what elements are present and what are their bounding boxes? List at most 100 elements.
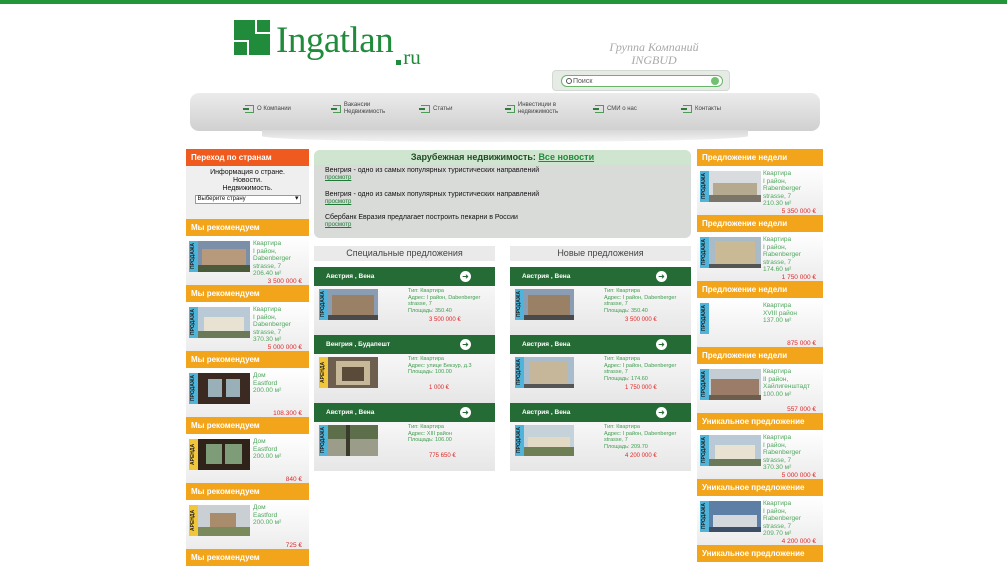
- card-line: Квартира: [253, 240, 282, 247]
- offer-line: Площадь: 350.40: [408, 307, 452, 314]
- offer-card[interactable]: АРЕНДА Тип: Квартира Адрес: улице Бекзур…: [314, 354, 495, 403]
- week-offer-card[interactable]: ПРОДАЖА Квартира XVIII район 137.00 м² 8…: [697, 298, 823, 347]
- property-photo[interactable]: [524, 357, 574, 388]
- card-details: Дом Eastford 200.00 м²: [253, 372, 309, 395]
- card-details: Квартира I район, Dabenberger strasse, 7…: [253, 240, 309, 278]
- new-offers-column: Новые предложения Австрия , Вена ➜ ПРОДА…: [510, 246, 691, 471]
- recommend-head: Мы рекомендуем: [186, 351, 309, 368]
- card-line: 370.30 м²: [763, 464, 792, 471]
- property-photo[interactable]: [524, 425, 574, 456]
- search-submit-icon[interactable]: [711, 77, 719, 85]
- arrow-right-icon[interactable]: ➜: [460, 271, 471, 282]
- nav-label: О Компании: [257, 105, 291, 112]
- country-select[interactable]: Выберите страну: [194, 195, 301, 204]
- card-line: I район,: [763, 177, 787, 185]
- offer-head[interactable]: Австрия , Вена ➜: [314, 267, 495, 286]
- card-line: 206.40 м²: [253, 270, 282, 277]
- card-line: I район,: [763, 441, 787, 449]
- card-line: Квартира: [763, 170, 792, 177]
- recommend-card[interactable]: АРЕНДА Дом Eastford 200.00 м² 840 €: [186, 434, 309, 483]
- offer-card[interactable]: ПРОДАЖА Тип: Квартира Адрес: XIII район …: [314, 422, 495, 471]
- recommend-head: Мы рекомендуем: [186, 219, 309, 236]
- week-offer-head: Предложение недели: [697, 149, 823, 166]
- unique-offer-card[interactable]: ПРОДАЖА Квартира I район, Rabenberger st…: [697, 496, 823, 545]
- property-photo[interactable]: [198, 241, 250, 272]
- search-icon: [566, 78, 572, 84]
- recommend-card[interactable]: ПРОДАЖА Дом Eastford 200.00 м² 108.300 €: [186, 368, 309, 417]
- recommend-card[interactable]: ПРОДАЖА Квартира I район, Dabenberger st…: [186, 302, 309, 351]
- property-photo[interactable]: [198, 307, 250, 338]
- offer-head[interactable]: Австрия , Вена ➜: [510, 335, 691, 354]
- main-nav: О Компании Вакансии Недвижимость Статьи …: [190, 93, 820, 131]
- site-logo[interactable]: Ingatlan ru: [234, 20, 421, 70]
- week-offer-head: Предложение недели: [697, 347, 823, 364]
- property-photo[interactable]: [709, 501, 761, 532]
- news-item[interactable]: Сбербанк Евразия предлагает построить пе…: [325, 214, 518, 221]
- offer-card[interactable]: ПРОДАЖА Тип: Квартира Адрес: I район, Da…: [510, 286, 691, 335]
- offer-details: Тип: Квартира Адрес: I район, Dabenberge…: [604, 356, 694, 382]
- nav-item-media[interactable]: СМИ о нас: [593, 105, 637, 113]
- sale-tag: ПРОДАЖА: [319, 289, 328, 320]
- offer-head[interactable]: Австрия , Вена ➜: [314, 403, 495, 422]
- logo-squares-icon: [234, 20, 270, 56]
- sale-tag: ПРОДАЖА: [700, 237, 709, 268]
- arrow-right-icon[interactable]: ➜: [656, 339, 667, 350]
- card-line: Квартира: [763, 302, 792, 309]
- sale-tag: ПРОДАЖА: [700, 435, 709, 466]
- card-line: strasse, 7: [763, 522, 792, 530]
- property-photo[interactable]: [709, 237, 761, 268]
- property-photo[interactable]: [328, 357, 378, 388]
- card-line: 200.00 м²: [253, 387, 282, 394]
- unique-offer-card[interactable]: ПРОДАЖА Квартира I район, Rabenberger st…: [697, 430, 823, 479]
- offer-price: 3 500 000 €: [625, 317, 657, 323]
- arrow-right-icon[interactable]: ➜: [656, 271, 667, 282]
- all-news-link[interactable]: Все новости: [538, 152, 594, 162]
- offer-price: 775 650 €: [429, 453, 456, 459]
- offer-card[interactable]: ПРОДАЖА Тип: Квартира Адрес: I район, Da…: [510, 354, 691, 403]
- news-item[interactable]: Венгрия - одно из самых популярных турис…: [325, 167, 539, 174]
- week-offer-head: Предложение недели: [697, 215, 823, 232]
- sale-tag: ПРОДАЖА: [189, 307, 198, 338]
- property-photo[interactable]: [709, 171, 761, 202]
- week-offer-card[interactable]: ПРОДАЖА Квартира I район, Rabenberger st…: [697, 166, 823, 215]
- nav-item-investments[interactable]: Инвестиции в недвижимость: [505, 102, 587, 116]
- recommend-card[interactable]: ПРОДАЖА Квартира I район, Dabenberger st…: [186, 236, 309, 285]
- nav-item-vacancies[interactable]: Вакансии Недвижимость: [331, 102, 403, 116]
- recommend-card[interactable]: АРЕНДА Дом Eastford 200.00 м² 725 €: [186, 500, 309, 549]
- search-input[interactable]: [573, 76, 703, 86]
- card-line: Eastford: [253, 445, 278, 453]
- week-offer-card[interactable]: ПРОДАЖА Квартира I район, Rabenberger st…: [697, 232, 823, 281]
- card-line: Хайлигенштадт: [763, 383, 810, 390]
- card-line: Rabenberger: [763, 251, 801, 258]
- property-photo[interactable]: [198, 505, 250, 536]
- nav-item-contacts[interactable]: Контакты: [681, 105, 721, 113]
- property-photo[interactable]: [524, 289, 574, 320]
- week-offer-card[interactable]: ПРОДАЖА Квартира II район, Хайлигенштадт…: [697, 364, 823, 413]
- arrow-right-icon[interactable]: ➜: [460, 407, 471, 418]
- news-item[interactable]: Венгрия - одно из самых популярных турис…: [325, 191, 539, 198]
- offer-head[interactable]: Венгрия , Будапешт ➜: [314, 335, 495, 354]
- nav-item-articles[interactable]: Статьи: [419, 105, 452, 113]
- offer-card[interactable]: ПРОДАЖА Тип: Квартира Адрес: I район, Da…: [510, 422, 691, 471]
- rent-tag: АРЕНДА: [319, 357, 328, 388]
- arrow-right-icon[interactable]: ➜: [656, 407, 667, 418]
- news-more-link[interactable]: просмотр: [325, 175, 351, 181]
- news-more-link[interactable]: просмотр: [325, 222, 351, 228]
- card-price: 5 000 000 €: [781, 472, 816, 479]
- card-price: 1 750 000 €: [781, 274, 816, 281]
- offer-head[interactable]: Австрия , Вена ➜: [510, 403, 691, 422]
- nav-item-about[interactable]: О Компании: [243, 105, 291, 113]
- property-photo[interactable]: [709, 435, 761, 466]
- property-photo[interactable]: [709, 369, 761, 400]
- news-more-link[interactable]: просмотр: [325, 199, 351, 205]
- offer-head[interactable]: Австрия , Вена ➜: [510, 267, 691, 286]
- news-panel: Зарубежная недвижимость: Все новости Вен…: [314, 150, 691, 238]
- property-photo[interactable]: [198, 439, 250, 470]
- property-photo[interactable]: [328, 289, 378, 320]
- property-photo[interactable]: [198, 373, 250, 404]
- offer-card[interactable]: ПРОДАЖА Тип: Квартира Адрес: I район, Da…: [314, 286, 495, 335]
- property-photo[interactable]: [328, 425, 378, 456]
- countries-title: Переход по странам: [186, 149, 309, 166]
- card-line: I район,: [253, 247, 277, 255]
- arrow-right-icon[interactable]: ➜: [460, 339, 471, 350]
